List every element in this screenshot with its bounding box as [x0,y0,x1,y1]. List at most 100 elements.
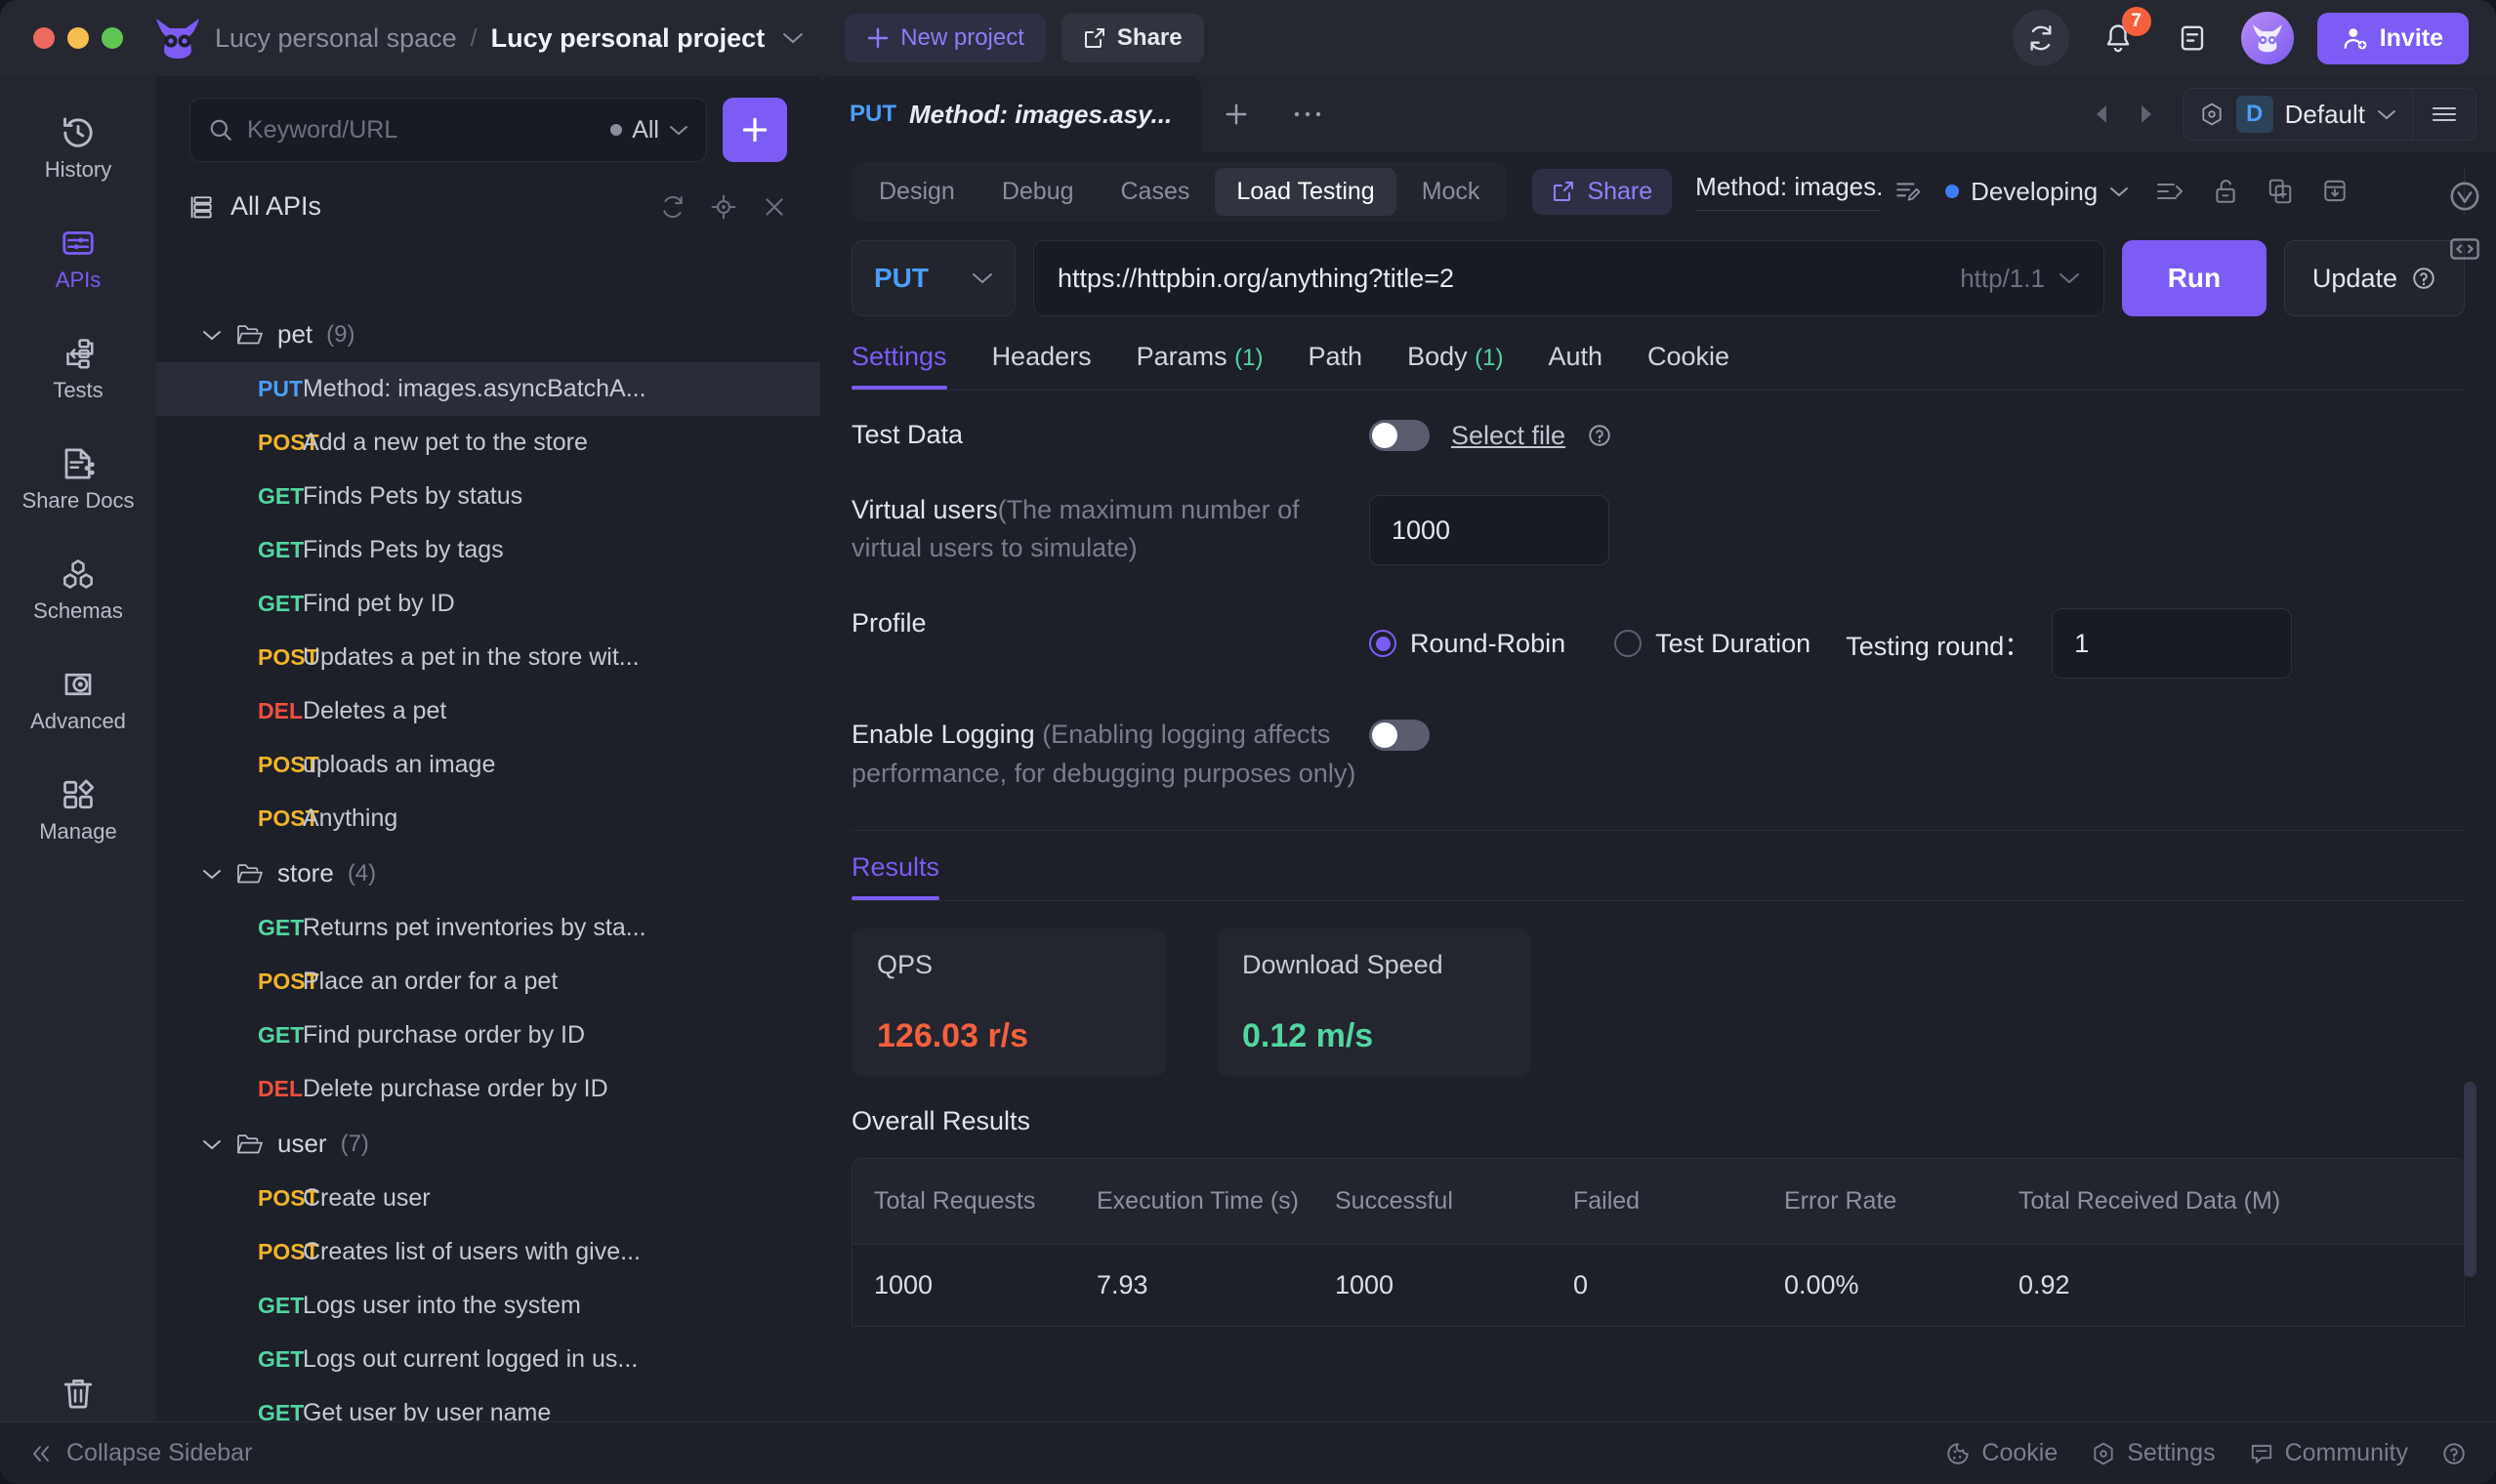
section-tab-settings[interactable]: Settings [852,342,947,390]
section-tab-path[interactable]: Path [1309,342,1363,390]
api-list-item[interactable]: POST Updates a pet in the store wit... [156,631,820,684]
test-data-toggle[interactable] [1369,420,1430,451]
enable-logging-toggle[interactable] [1369,720,1430,752]
results-scrollbar[interactable] [2464,1082,2476,1277]
environment-selector[interactable]: D Default [2182,88,2476,141]
tab-results[interactable]: Results [852,852,940,900]
api-list-item[interactable]: POST Creates list of users with give... [156,1225,820,1279]
profile-radio-test-duration[interactable]: Test Duration [1614,629,1810,659]
share-button[interactable]: Share [1061,14,1204,62]
api-list-item[interactable]: GET Finds Pets by status [156,470,820,523]
tab-debug[interactable]: Debug [980,168,1096,216]
close-icon[interactable] [762,194,787,220]
new-project-button[interactable]: New project [845,14,1046,62]
minimize-window-button[interactable] [67,27,89,49]
section-tab-body[interactable]: Body (1) [1407,342,1503,390]
url-input[interactable]: https://httpbin.org/anything?title=2 htt… [1033,240,2104,316]
api-list-item[interactable]: GET Find purchase order by ID [156,1009,820,1062]
sidebar-item-history[interactable]: History [0,102,156,194]
api-list-item[interactable]: POST Add a new pet to the store [156,416,820,470]
sidebar-item-tests[interactable]: Tests [0,322,156,415]
tab-load-testing[interactable]: Load Testing [1215,167,1396,216]
collapse-sidebar-button[interactable]: Collapse Sidebar [29,1439,252,1467]
environment-segment[interactable]: D Default [2184,96,2412,133]
api-name-field[interactable]: Method: images.as [1695,172,1921,211]
share-api-button[interactable]: Share [1532,168,1673,215]
new-tab-button[interactable] [1201,76,1271,152]
profile-radio-round-robin[interactable]: Round-Robin [1369,629,1565,659]
folder-pet[interactable]: pet (9) [156,307,820,362]
locate-icon[interactable] [711,194,736,220]
sidebar-item-schemas[interactable]: Schemas [0,543,156,636]
method-value: PUT [874,263,929,293]
api-list-item[interactable]: POST Place an order for a pet [156,955,820,1009]
tab-mock[interactable]: Mock [1400,168,1502,216]
chevron-down-icon[interactable] [2059,271,2080,285]
sidebar-item-apis[interactable]: APIs [0,212,156,305]
virtual-users-input[interactable]: 1000 [1369,495,1609,566]
api-list-item[interactable]: GET Returns pet inventories by sta... [156,901,820,955]
move-icon[interactable] [2156,179,2184,204]
api-list-item[interactable]: GET Logs user into the system [156,1279,820,1333]
api-list-item[interactable]: GET Finds Pets by tags [156,523,820,577]
cookie-button[interactable]: Cookie [1945,1439,2058,1467]
sync-button[interactable] [2012,10,2069,66]
api-list-item[interactable]: POST uploads an image [156,738,820,792]
section-tab-params[interactable]: Params (1) [1137,342,1264,390]
api-list-item[interactable]: GET Logs out current logged in us... [156,1333,820,1386]
status-badge[interactable]: Developing [1945,177,2129,207]
search-filter-dropdown[interactable]: All [610,116,688,144]
search-input[interactable]: Keyword/URL All [189,98,707,162]
folder-store[interactable]: store (4) [156,845,820,901]
add-api-button[interactable] [723,98,787,162]
api-list-item[interactable]: DEL Delete purchase order by ID [156,1062,820,1116]
community-button[interactable]: Community [2249,1439,2408,1467]
verify-icon[interactable] [2448,180,2481,213]
docs-button[interactable] [2167,13,2218,63]
api-list-item[interactable]: POST Anything [156,792,820,845]
invite-button[interactable]: Invite [2316,12,2469,64]
help-icon[interactable] [1587,423,1612,448]
code-icon[interactable] [2448,234,2481,264]
env-menu-button[interactable] [2413,104,2475,124]
settings-button[interactable]: Settings [2091,1439,2216,1467]
help-button[interactable] [2441,1441,2467,1466]
notifications-button[interactable]: 7 [2093,7,2151,63]
unlock-icon[interactable] [2213,178,2238,205]
breadcrumb-project[interactable]: Lucy personal project [491,23,766,54]
archive-icon[interactable] [2322,178,2348,205]
method-selector[interactable]: PUT [852,240,1016,316]
sidebar-item-manage[interactable]: Manage [0,763,156,856]
tab-cases[interactable]: Cases [1100,168,1212,216]
tab-design[interactable]: Design [857,168,977,216]
avatar[interactable] [2240,12,2294,64]
section-tab-headers[interactable]: Headers [992,342,1092,390]
api-list-item[interactable]: GET Find pet by ID [156,577,820,631]
select-file-link[interactable]: Select file [1451,421,1565,451]
edit-description-icon[interactable] [1894,179,1921,204]
nav-forward-button[interactable] [2124,103,2169,125]
sidebar-item-share-docs[interactable]: Share Docs [0,433,156,525]
document-tab[interactable]: PUT Method: images.asy... [820,76,1202,152]
section-tab-cookie[interactable]: Cookie [1647,342,1729,390]
folder-count: (7) [340,1130,369,1157]
breadcrumb-space[interactable]: Lucy personal space [215,23,457,54]
nav-back-button[interactable] [2079,103,2124,125]
close-window-button[interactable] [33,27,55,49]
sidebar-item-advanced[interactable]: Advanced [0,653,156,746]
status-label: Developing [1971,176,2099,206]
titlebar-actions: New project Share [845,14,1204,62]
api-list-item[interactable]: POST Create user [156,1172,820,1225]
maximize-window-button[interactable] [102,27,123,49]
result-cards: QPS 126.03 r/s Download Speed 0.12 m/s [820,901,2496,1077]
chevron-down-icon[interactable] [782,31,804,45]
duplicate-icon[interactable] [2267,178,2293,205]
section-tab-auth[interactable]: Auth [1548,342,1602,390]
tab-more-button[interactable] [1271,76,1344,152]
testing-round-input[interactable]: 1 [2052,608,2293,680]
api-list-item[interactable]: DEL Deletes a pet [156,684,820,738]
run-button[interactable]: Run [2121,240,2267,316]
api-list-item[interactable]: PUT Method: images.asyncBatchA... [156,362,820,416]
folder-user[interactable]: user (7) [156,1116,820,1172]
refresh-icon[interactable] [660,194,686,220]
